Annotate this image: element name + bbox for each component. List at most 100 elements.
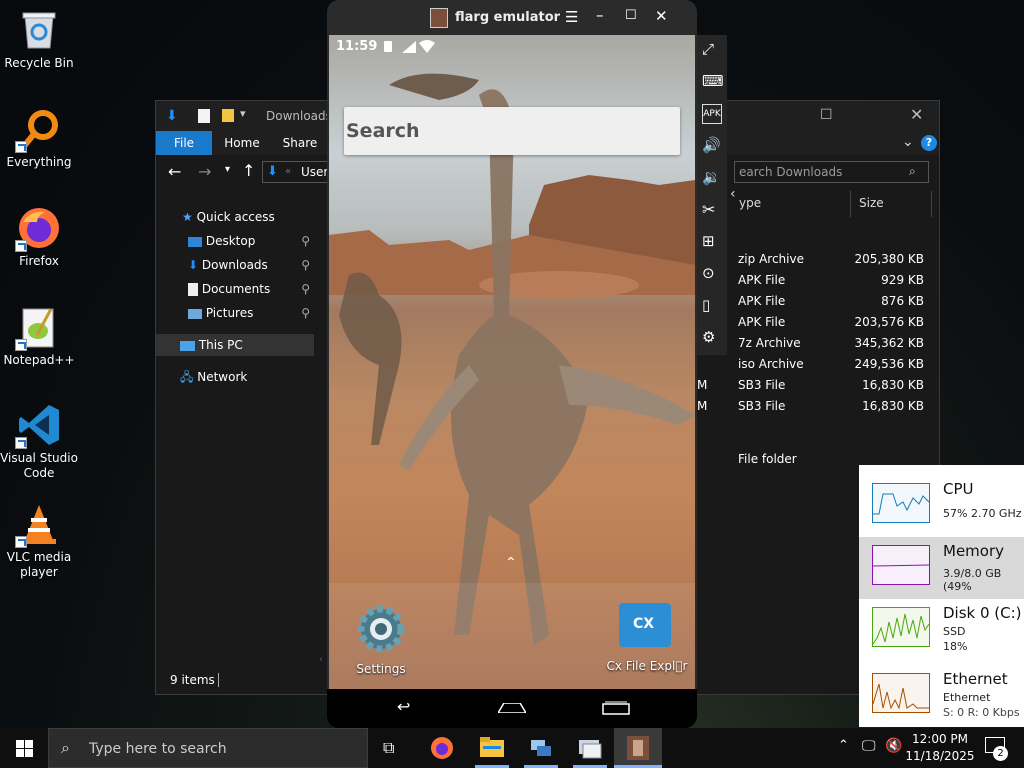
settings-gear-icon bbox=[357, 605, 405, 653]
perf-item-memory[interactable]: Memory 3.9/8.0 GB (49% bbox=[859, 537, 1024, 599]
nav-desktop[interactable]: Desktop ⚲ bbox=[188, 230, 312, 252]
nav-downloads[interactable]: ⬇ Downloads ⚲ bbox=[188, 254, 312, 276]
perf-item-ethernet[interactable]: Ethernet Ethernet S: 0 R: 0 Kbps bbox=[859, 665, 1024, 727]
collapse-toolbar-chevron-icon[interactable]: ‹ bbox=[730, 186, 736, 202]
desktop-icon-vscode[interactable]: Visual Studio Code bbox=[0, 403, 78, 481]
nav-documents[interactable]: Documents ⚲ bbox=[188, 278, 312, 300]
emulator-window[interactable]: flarg emulator ☰ – ☐ ✕ 11:59 Search ⌃ Se… bbox=[327, 0, 697, 728]
table-row[interactable]: M SB3 File 16,830 KB bbox=[697, 376, 928, 397]
minimize-button[interactable]: – bbox=[596, 6, 604, 24]
back-arrow-icon[interactable]: ← bbox=[168, 162, 181, 181]
tab-share[interactable]: Share bbox=[272, 131, 328, 155]
table-row[interactable]: M SB3 File 16,830 KB bbox=[697, 397, 928, 418]
window-title: Downloads bbox=[266, 109, 332, 123]
scroll-left-arrow-icon[interactable]: ‹ bbox=[319, 654, 323, 665]
tab-file[interactable]: File bbox=[156, 131, 212, 155]
nav-quick-access[interactable]: ★ Quick access bbox=[182, 206, 275, 228]
address-bar[interactable]: ⬇ « Users bbox=[262, 161, 335, 183]
quick-access-down-arrow-icon[interactable]: ⬇ bbox=[166, 108, 178, 124]
emulator-title: flarg emulator bbox=[455, 10, 561, 25]
table-row[interactable]: APK File 876 KB bbox=[738, 292, 928, 313]
taskbar-search-box[interactable]: ⌕ Type here to search bbox=[48, 728, 368, 768]
taskbar-file-explorer-icon[interactable] bbox=[480, 737, 504, 757]
vlc-icon bbox=[15, 502, 61, 548]
column-header-type[interactable]: ype bbox=[739, 196, 761, 216]
table-row[interactable]: 7z Archive 345,362 KB bbox=[738, 334, 928, 355]
taskbar-network-app-icon[interactable] bbox=[529, 736, 553, 760]
downloads-icon: ⬇ bbox=[188, 258, 199, 272]
status-time: 11:59 bbox=[336, 39, 378, 54]
location-icon[interactable]: ⊙ bbox=[702, 264, 722, 284]
battery-icon bbox=[384, 41, 392, 52]
nav-network[interactable]: 🖧 Network bbox=[180, 366, 247, 388]
up-arrow-icon[interactable]: ↑ bbox=[242, 161, 255, 180]
screenshot-scissors-icon[interactable]: ✂ bbox=[702, 200, 722, 220]
wifi-icon bbox=[419, 40, 435, 53]
recent-locations-chevron-icon[interactable]: ▾ bbox=[225, 164, 230, 175]
taskbar-emulator-button[interactable] bbox=[614, 728, 662, 768]
volume-down-icon[interactable]: 🔉 bbox=[702, 168, 722, 188]
taskbar-firefox-icon[interactable] bbox=[430, 736, 454, 760]
close-button[interactable]: ✕ bbox=[910, 105, 923, 124]
search-placeholder: earch Downloads bbox=[739, 165, 843, 179]
fullscreen-icon[interactable]: ⤢ bbox=[702, 40, 722, 60]
settings-icon[interactable]: ⚙ bbox=[702, 328, 722, 348]
tab-home[interactable]: Home bbox=[214, 131, 270, 155]
app-cx-file-explorer[interactable]: CX Cx File Expl⃝r bbox=[599, 603, 695, 687]
clock[interactable]: 12:00 PM 11/18/2025 bbox=[905, 731, 975, 765]
everything-search-icon bbox=[15, 107, 61, 153]
forward-arrow-icon[interactable]: → bbox=[198, 162, 211, 181]
perf-name: Disk 0 (C:) bbox=[943, 604, 1022, 622]
app-settings[interactable]: Settings bbox=[351, 603, 411, 687]
help-icon[interactable]: ? bbox=[921, 135, 937, 151]
column-header-size[interactable]: Size bbox=[859, 196, 884, 210]
menu-icon[interactable]: ☰ bbox=[565, 8, 578, 26]
home-nav-icon[interactable] bbox=[498, 703, 526, 713]
table-row[interactable]: zip Archive 205,380 KB bbox=[738, 250, 928, 271]
task-view-icon[interactable]: ⧉ bbox=[383, 738, 394, 758]
perf-item-disk[interactable]: Disk 0 (C:) SSD 18% bbox=[859, 599, 1024, 661]
network-tray-icon[interactable]: 🖵 bbox=[862, 738, 876, 754]
search-box[interactable]: earch Downloads ⌕ bbox=[734, 161, 929, 183]
table-row[interactable]: APK File 929 KB bbox=[738, 271, 928, 292]
desktop-icon-notepadpp[interactable]: Notepad++ bbox=[0, 305, 78, 368]
new-folder-icon[interactable] bbox=[222, 109, 234, 122]
apk-install-icon[interactable]: APK bbox=[702, 104, 722, 124]
keyboard-icon[interactable]: ⌨ bbox=[702, 72, 724, 92]
nav-pictures[interactable]: Pictures ⚲ bbox=[188, 302, 312, 324]
volume-muted-tray-icon[interactable]: 🔇 bbox=[885, 738, 902, 754]
maximize-button[interactable]: ☐ bbox=[625, 8, 637, 23]
show-hidden-icons-chevron[interactable]: ⌃ bbox=[838, 738, 849, 753]
desktop-icon-vlc[interactable]: VLC media player bbox=[0, 502, 78, 580]
customize-toolbar-chevron-icon[interactable]: ▾ bbox=[240, 107, 246, 120]
recents-nav-icon[interactable] bbox=[602, 701, 630, 715]
app-label: Settings bbox=[356, 662, 406, 676]
desktop-icon-everything[interactable]: Everything bbox=[0, 107, 78, 170]
volume-up-icon[interactable]: 🔊 bbox=[702, 136, 722, 156]
expand-ribbon-chevron-icon[interactable]: ⌄ bbox=[902, 134, 914, 150]
multi-instance-icon[interactable]: ⊞ bbox=[702, 232, 722, 252]
memory-graph bbox=[872, 545, 930, 585]
table-row[interactable]: APK File 203,576 KB bbox=[738, 313, 928, 334]
emulator-titlebar[interactable]: flarg emulator ☰ – ☐ ✕ bbox=[327, 0, 697, 36]
desktop-icon-label: Everything bbox=[6, 155, 72, 169]
app-drawer-chevron-icon[interactable]: ⌃ bbox=[505, 555, 517, 571]
nav-this-pc[interactable]: This PC bbox=[156, 334, 314, 356]
start-button[interactable] bbox=[16, 740, 33, 757]
close-button[interactable]: ✕ bbox=[655, 7, 668, 25]
taskbar-emulator-icon bbox=[627, 736, 649, 760]
back-nav-icon[interactable]: ↩ bbox=[397, 697, 410, 716]
desktop-icon-firefox[interactable]: Firefox bbox=[0, 206, 78, 269]
android-screen[interactable]: 11:59 Search ⌃ Settings CX Cx File Expl⃝… bbox=[329, 35, 695, 689]
cell-signal-icon bbox=[402, 41, 416, 53]
search-widget[interactable]: Search bbox=[344, 107, 680, 155]
perf-item-cpu[interactable]: CPU 57% 2.70 GHz bbox=[859, 475, 1024, 537]
breadcrumb-overflow-icon[interactable]: « bbox=[285, 166, 291, 177]
shake-icon[interactable]: ▯ bbox=[702, 296, 722, 316]
app-label: Cx File Expl⃝r bbox=[606, 659, 688, 673]
properties-icon[interactable] bbox=[198, 109, 210, 123]
desktop-icon-recycle-bin[interactable]: Recycle Bin bbox=[0, 8, 78, 71]
maximize-button[interactable]: ☐ bbox=[820, 107, 833, 123]
taskbar-app-icon[interactable] bbox=[578, 736, 602, 760]
table-row[interactable]: iso Archive 249,536 KB bbox=[738, 355, 928, 376]
